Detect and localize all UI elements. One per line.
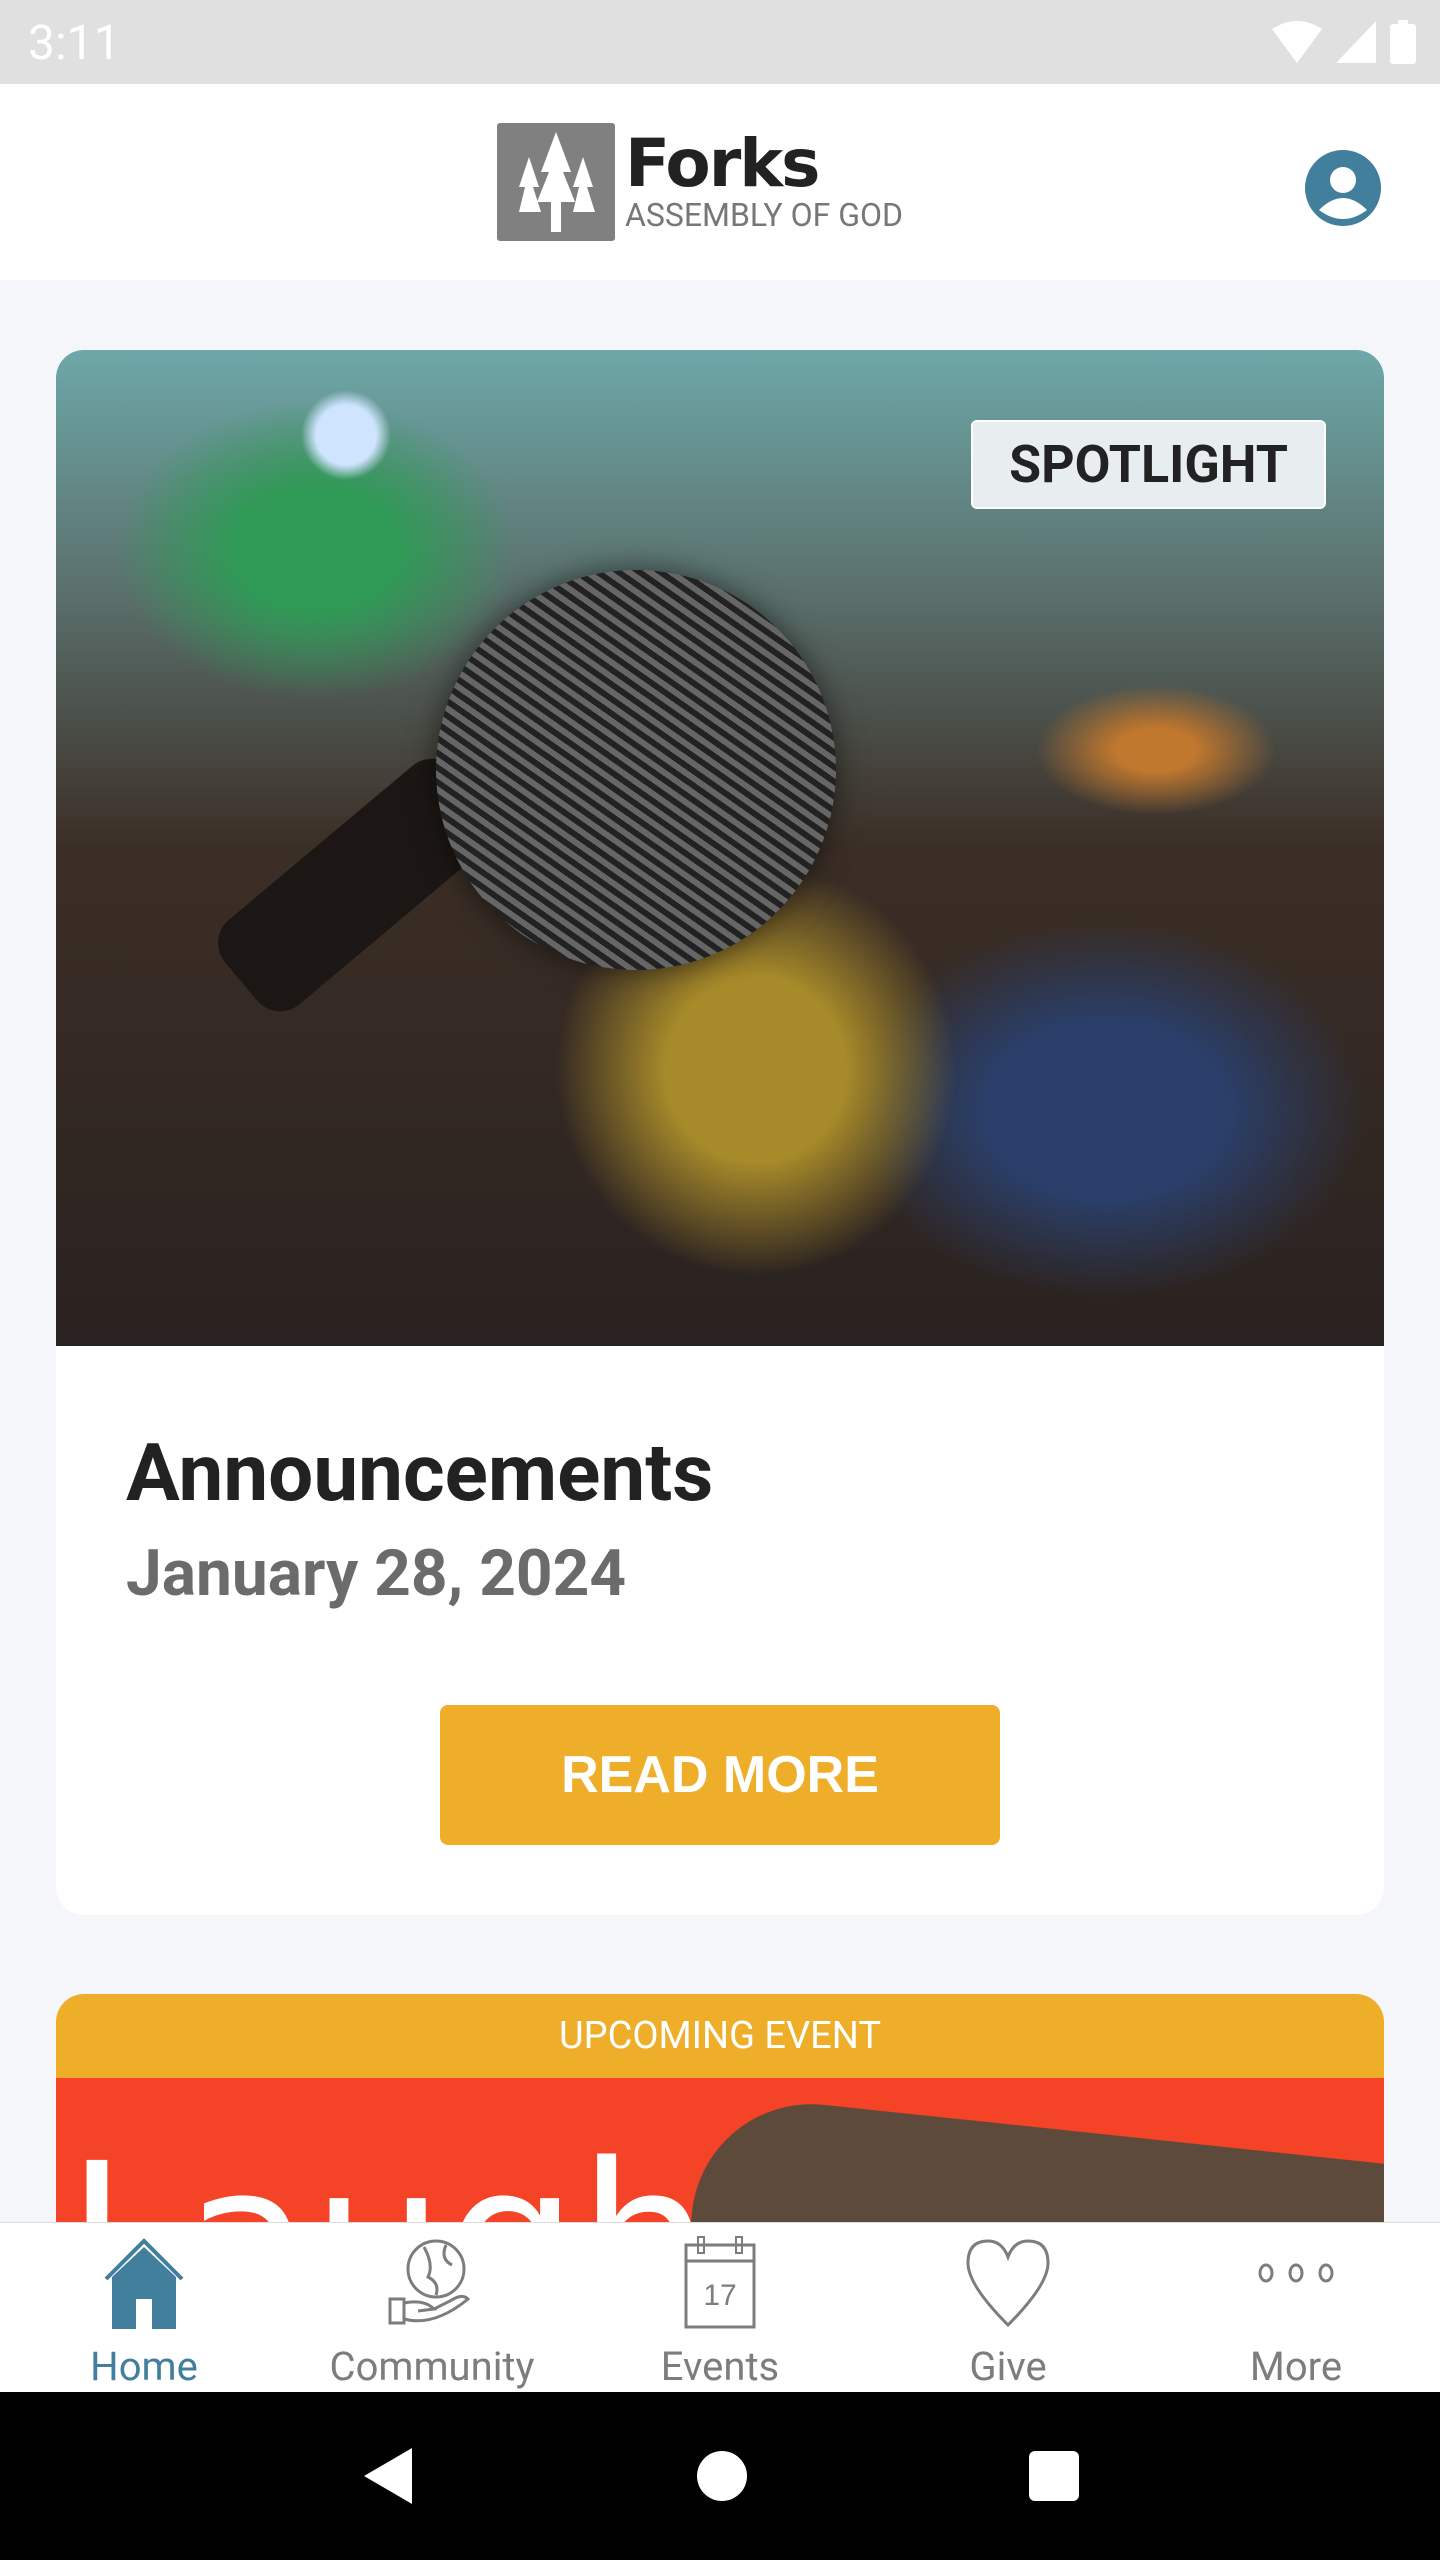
status-time: 3:11 <box>28 13 121 71</box>
nav-events[interactable]: 17 Events <box>576 2223 864 2392</box>
nav-home[interactable]: Home <box>0 2223 288 2392</box>
bottom-nav: Home Community 17 Events Give More <box>0 2222 1440 2392</box>
more-icon <box>1258 2263 1334 2283</box>
logo-subtitle: ASSEMBLY OF GOD <box>624 196 904 234</box>
calendar-day: 17 <box>703 2279 736 2312</box>
card-title: Announcements <box>126 1426 714 1520</box>
signal-icon <box>1336 21 1376 63</box>
spotlight-card[interactable]: SPOTLIGHT Announcements January 28, 2024… <box>56 350 1384 1915</box>
back-icon[interactable] <box>360 2446 416 2506</box>
microphone-image: SPOTLIGHT <box>56 350 1384 1346</box>
nav-give[interactable]: Give <box>864 2223 1152 2392</box>
mic-head <box>404 538 868 1002</box>
trees-icon <box>496 123 615 241</box>
globe-hand-icon <box>388 2239 471 2325</box>
battery-icon <box>1390 20 1416 64</box>
nav-label: Home <box>90 2343 198 2390</box>
home-icon <box>104 2238 184 2329</box>
app-header: Forks ASSEMBLY OF GOD <box>0 84 1440 280</box>
heart-icon <box>966 2239 1050 2328</box>
nav-label: Events <box>660 2343 780 2390</box>
system-nav-bar <box>0 2392 1440 2560</box>
nav-community[interactable]: Community <box>288 2223 576 2392</box>
profile-icon[interactable] <box>1303 148 1383 228</box>
card-date: January 28, 2024 <box>126 1536 627 1611</box>
home-button-icon[interactable] <box>696 2450 748 2502</box>
logo-title: Forks <box>624 125 820 202</box>
church-logo[interactable]: Forks ASSEMBLY OF GOD <box>496 123 904 241</box>
event-band: UPCOMING EVENT <box>56 1994 1384 2078</box>
nav-label: Give <box>969 2343 1047 2390</box>
spotlight-badge: SPOTLIGHT <box>971 420 1326 509</box>
calendar-icon: 17 <box>684 2236 756 2329</box>
recents-icon[interactable] <box>1028 2450 1080 2502</box>
nav-label: More <box>1249 2343 1343 2390</box>
nav-more[interactable]: More <box>1152 2223 1440 2392</box>
status-bar: 3:11 <box>0 0 1440 84</box>
read-more-button[interactable]: READ MORE <box>440 1705 1000 1845</box>
wifi-icon <box>1272 21 1322 63</box>
nav-label: Community <box>329 2343 535 2390</box>
